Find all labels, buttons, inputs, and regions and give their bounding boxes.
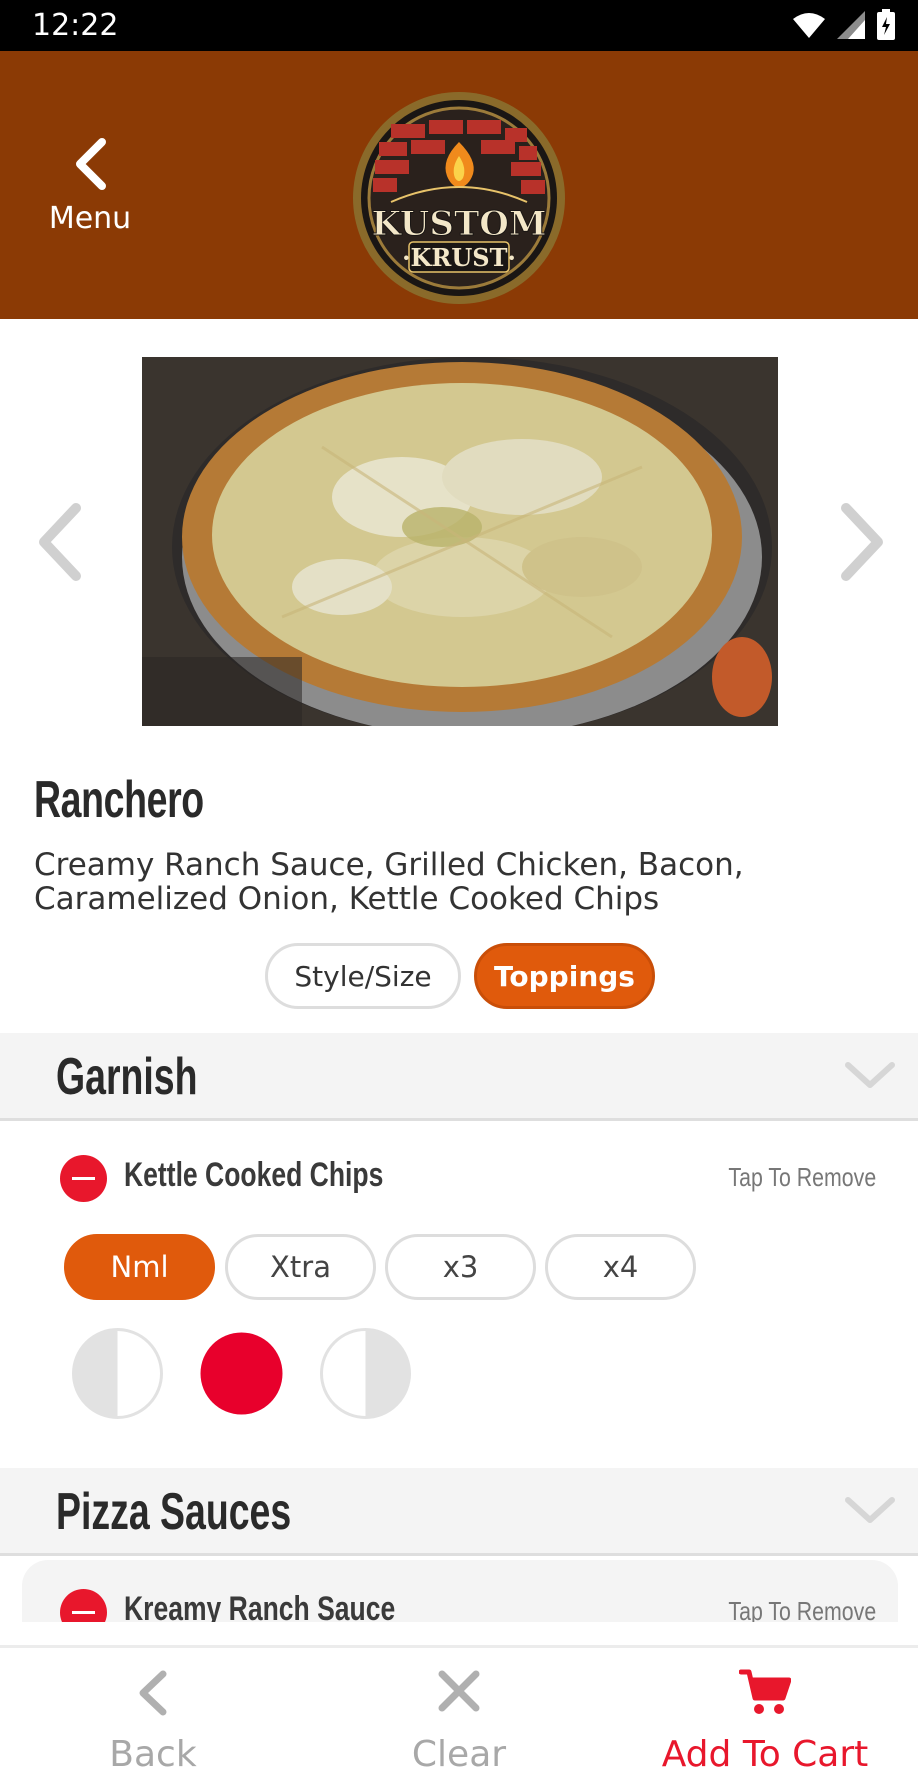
tab-toppings[interactable]: Toppings xyxy=(474,943,655,1009)
whole-circle-icon xyxy=(200,1332,283,1415)
portion-whole-button[interactable] xyxy=(195,1327,288,1420)
battery-icon xyxy=(877,9,895,40)
svg-text:KUSTOM: KUSTOM xyxy=(371,204,546,244)
tab-style-size[interactable]: Style/Size xyxy=(265,943,461,1009)
back-label: Back xyxy=(109,1734,197,1775)
clear-button[interactable]: Clear xyxy=(306,1648,612,1780)
amount-nml-button[interactable]: Nml xyxy=(64,1234,215,1300)
remove-topping-button[interactable] xyxy=(60,1589,107,1622)
pizza-photo xyxy=(142,357,778,726)
chevron-left-icon xyxy=(76,138,106,190)
close-icon xyxy=(438,1670,480,1712)
section-title: Pizza Sauces xyxy=(56,1483,292,1541)
back-button[interactable]: Back xyxy=(0,1648,306,1780)
bottom-action-bar: Back Clear Add To Cart xyxy=(0,1645,918,1780)
sauce-card: Kreamy Ranch Sauce Tap To Remove xyxy=(22,1560,898,1622)
chevron-left-icon xyxy=(139,1670,167,1716)
amount-x4-button[interactable]: x4 xyxy=(545,1234,696,1300)
tap-to-remove-link[interactable]: Tap To Remove xyxy=(728,1596,876,1622)
remove-topping-button[interactable] xyxy=(60,1155,107,1202)
wifi-icon xyxy=(793,13,825,38)
status-time: 12:22 xyxy=(32,8,119,43)
clear-label: Clear xyxy=(411,1734,507,1775)
app-header: Menu KUSTOM ·KRUST· xyxy=(0,51,918,319)
topping-name: Kreamy Ranch Sauce xyxy=(124,1590,396,1622)
app-screen: 12:22 Menu KUSTOM ·KRUST· Ranchero Cream… xyxy=(0,0,918,1780)
status-icons xyxy=(792,9,896,41)
chevron-down-icon xyxy=(845,1062,895,1088)
amount-xtra-button[interactable]: Xtra xyxy=(225,1234,376,1300)
signal-icon xyxy=(837,11,865,39)
chevron-left-icon xyxy=(39,503,81,581)
status-bar: 12:22 xyxy=(0,0,918,51)
topping-name: Kettle Cooked Chips xyxy=(124,1156,384,1194)
left-half-icon xyxy=(72,1328,163,1419)
add-to-cart-button[interactable]: Add To Cart xyxy=(612,1648,918,1780)
cart-icon xyxy=(739,1669,791,1714)
item-description: Creamy Ranch Sauce, Grilled Chicken, Bac… xyxy=(34,847,744,917)
section-title: Garnish xyxy=(56,1048,198,1106)
topping-row: Kettle Cooked Chips Tap To Remove xyxy=(0,1148,918,1208)
tap-to-remove-link[interactable]: Tap To Remove xyxy=(728,1162,876,1193)
carousel-prev-button[interactable] xyxy=(34,500,90,584)
right-half-icon xyxy=(320,1328,411,1419)
add-to-cart-label: Add To Cart xyxy=(661,1734,869,1775)
menu-back-button[interactable]: Menu xyxy=(36,136,144,236)
section-header-garnish[interactable]: Garnish xyxy=(0,1033,918,1121)
chevron-right-icon xyxy=(841,503,883,581)
portion-left-half-button[interactable] xyxy=(71,1327,164,1420)
section-header-pizza-sauces[interactable]: Pizza Sauces xyxy=(0,1468,918,1556)
carousel-next-button[interactable] xyxy=(832,500,888,584)
menu-back-label: Menu xyxy=(48,201,132,236)
topping-row: Kreamy Ranch Sauce Tap To Remove xyxy=(22,1582,898,1622)
item-title: Ranchero xyxy=(34,771,204,829)
svg-text:·KRUST·: ·KRUST· xyxy=(402,243,516,272)
amount-x3-button[interactable]: x3 xyxy=(385,1234,536,1300)
kustom-krust-logo: KUSTOM ·KRUST· xyxy=(353,92,565,304)
portion-right-half-button[interactable] xyxy=(319,1327,412,1420)
chevron-down-icon xyxy=(845,1497,895,1523)
